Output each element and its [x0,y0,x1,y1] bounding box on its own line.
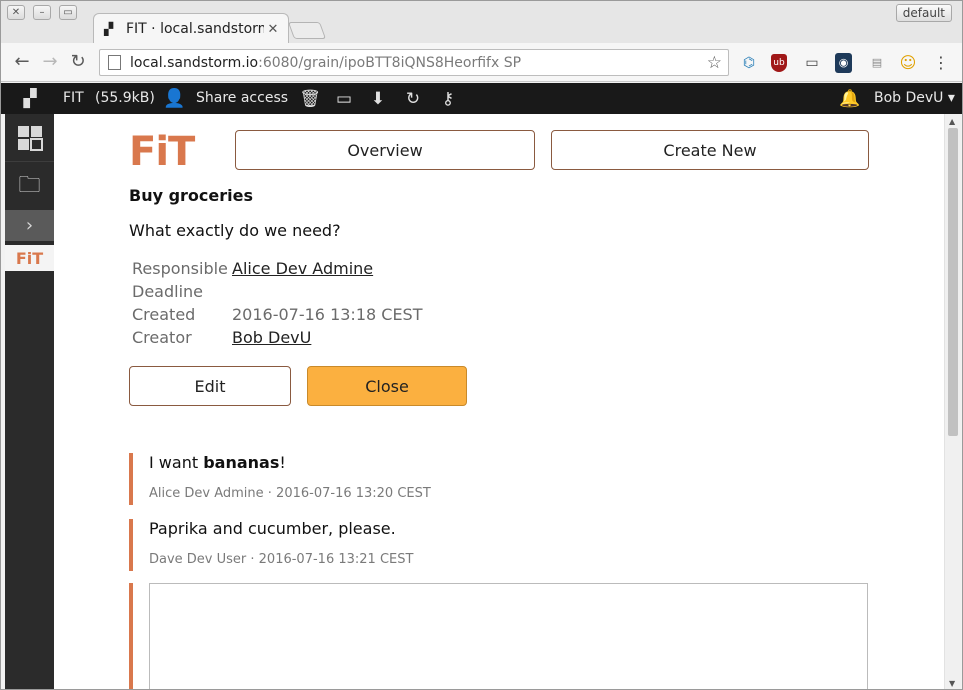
trash-icon[interactable]: 🗑 [299,88,321,110]
fit-logo[interactable]: FiT [129,132,195,172]
grain-size: (55.9kB) [95,90,155,106]
sidebar-grain-fit[interactable]: FiT [5,245,54,271]
comment-text: Paprika and cucumber, please. [149,519,396,538]
tab-close-icon[interactable]: ✕ [264,22,282,37]
expand-sidebar-chevron-icon[interactable]: › [5,210,54,241]
deadline-label: Deadline [132,282,203,301]
sandstorm-sidebar: 🗀 › FiT [5,114,54,689]
extension-network-icon[interactable]: ⌬ [739,53,759,73]
responsible-label: Responsible [132,259,228,278]
created-value: 2016-07-16 13:18 CEST [232,305,423,324]
creator-label: Creator [132,328,192,347]
sandstorm-favicon-icon: ▞ [104,22,114,36]
grains-folder-icon[interactable]: 🗀 [5,172,54,202]
notifications-bell-icon[interactable]: 🔔 [839,88,861,110]
bookmark-star-icon[interactable]: ☆ [707,53,722,73]
browser-toolbar: ← → ↻ local.sandstorm.io:6080/grain/ipoB… [1,43,962,82]
extension-css-icon[interactable]: ▤ [867,53,887,73]
sandstorm-logo-icon[interactable]: ▞ [19,88,41,110]
responsible-link[interactable]: Alice Dev Admine [232,259,373,278]
download-icon[interactable]: ⬇ [367,88,389,110]
extension-shield-icon[interactable]: ◉ [835,53,852,73]
comment-text: I want bananas! [149,453,286,472]
comment-item: Paprika and cucumber, please. Dave Dev U… [129,519,869,571]
key-icon[interactable]: ⚷ [437,88,459,110]
browser-tab[interactable]: ▞ FIT · local.sandstorm.io:6080 ✕ [93,13,289,44]
comment-byline: Dave Dev User · 2016-07-16 13:21 CEST [149,552,414,567]
overview-button[interactable]: Overview [235,130,535,170]
new-tab-button[interactable] [287,22,327,39]
creator-link[interactable]: Bob DevU [232,328,311,347]
grain-app-name[interactable]: FIT [63,83,84,114]
close-task-button[interactable]: Close [307,366,467,406]
url-path: :6080/grain/ipoBTT8iQNS8Heorfifx SP [258,54,522,71]
new-comment-block [129,583,869,689]
app-content: FiT Overview Create New Buy groceries Wh… [54,114,944,689]
new-comment-input[interactable] [149,583,868,689]
create-new-button[interactable]: Create New [551,130,869,170]
comment-item: I want bananas! Alice Dev Admine · 2016-… [129,453,869,505]
forward-icon[interactable]: → [39,51,61,73]
web-publish-icon[interactable]: ▭ [333,88,355,110]
page-scrollbar[interactable]: ▲ ▼ [944,114,961,689]
cast-icon[interactable]: ▭ [802,53,822,73]
task-description: What exactly do we need? [129,221,341,240]
back-icon[interactable]: ← [11,51,33,73]
ublock-icon[interactable]: ub [771,54,787,72]
url-host: local.sandstorm.io [130,54,259,71]
window-close-icon[interactable]: ✕ [7,5,25,20]
restart-icon[interactable]: ↻ [402,88,424,110]
browser-window: ✕ – ▭ ▞ FIT · local.sandstorm.io:6080 ✕ … [0,0,963,690]
window-minimize-icon[interactable]: – [33,5,51,20]
sidebar-divider [5,161,54,162]
task-title: Buy groceries [129,186,254,205]
tab-strip: ✕ – ▭ ▞ FIT · local.sandstorm.io:6080 ✕ … [1,1,962,44]
reload-icon[interactable]: ↻ [67,51,89,73]
created-label: Created [132,305,196,324]
scrollbar-thumb[interactable] [948,128,958,436]
emoji-extension-icon[interactable]: ☺ [898,53,918,73]
scroll-up-icon[interactable]: ▲ [949,117,955,126]
account-menu[interactable]: Bob DevU ▾ [874,83,955,114]
sandstorm-topbar: ▞ FIT (55.9kB) 👤 Share access 🗑 ▭ ⬇ ↻ ⚷ … [1,83,962,114]
share-access-button[interactable]: Share access [196,83,288,114]
share-user-icon[interactable]: 👤 [163,88,185,110]
tab-title: FIT · local.sandstorm.io:6080 [126,21,264,37]
apps-grid-icon[interactable] [5,122,54,154]
page-icon [108,55,121,70]
browser-menu-icon[interactable]: ⋮ [931,53,951,73]
edit-button[interactable]: Edit [129,366,291,406]
profile-button[interactable]: default [895,4,952,22]
window-maximize-icon[interactable]: ▭ [59,5,77,20]
address-bar[interactable]: local.sandstorm.io:6080/grain/ipoBTT8iQN… [99,49,729,76]
scroll-down-icon[interactable]: ▼ [949,679,955,688]
comment-byline: Alice Dev Admine · 2016-07-16 13:20 CEST [149,486,431,501]
